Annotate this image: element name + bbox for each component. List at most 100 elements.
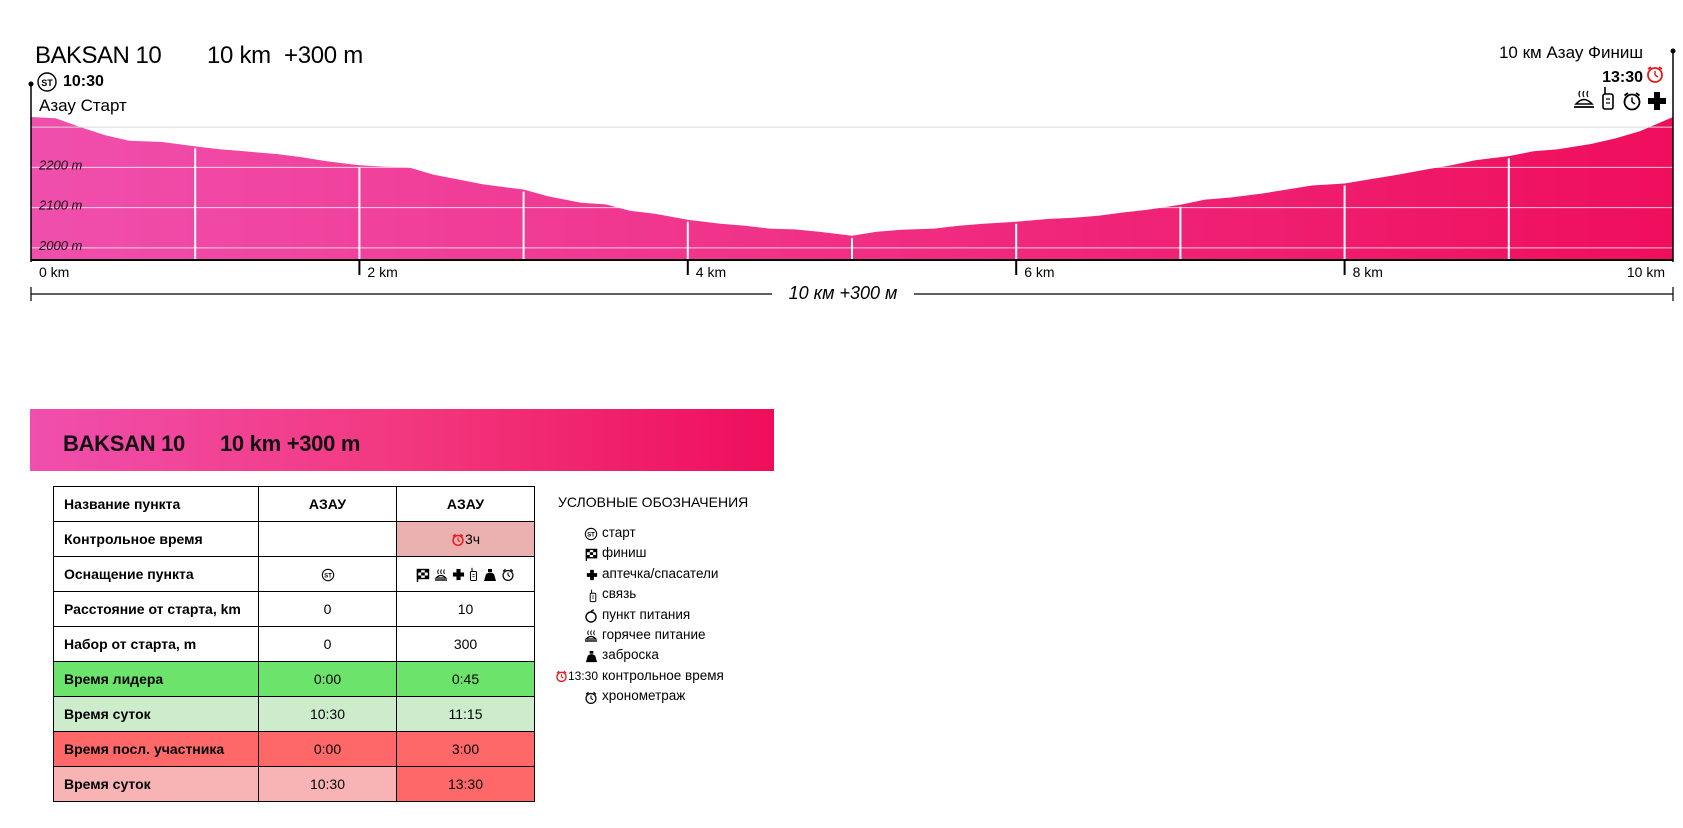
legend-item: горячее питание: [558, 626, 748, 646]
table-cell: 11:15: [396, 696, 535, 732]
legend-item: пункт питания: [558, 606, 748, 626]
finish-flag-icon: [416, 568, 429, 582]
start-marker-dot: [28, 81, 34, 87]
table-cell: 0: [258, 591, 397, 627]
race-distance: 10 km: [207, 42, 271, 69]
table-row: Набор от старта, m 0 300: [53, 626, 535, 662]
legend-item: 13:30 контрольное время: [556, 667, 748, 687]
table-header-row: Название пункта АЗАУ АЗАУ: [53, 486, 535, 522]
legend-item: заброска: [558, 646, 748, 666]
hot-food-icon: [584, 630, 598, 643]
x-tick-label: 8 km: [1353, 264, 1383, 280]
table-cell: 300: [396, 626, 535, 662]
legend-label: пункт питания: [602, 606, 691, 622]
table-cell: Расстояние от старта, km: [53, 591, 259, 627]
x-tick-label: 0 km: [39, 264, 69, 280]
y-tick-labels: 2000 m 2100 m 2200 m: [38, 157, 83, 253]
x-ticks: 0 km 2 km 4 km 6 km 8 km 10 km: [39, 260, 1665, 280]
dropbag-icon: [484, 568, 497, 581]
legend-label: старт: [602, 525, 636, 540]
food-icon: [585, 609, 597, 623]
table-cell: 10:30: [258, 766, 397, 802]
legend-item: хронометраж: [558, 687, 748, 707]
legend-label: заброска: [602, 647, 659, 663]
start-icon: ST: [321, 568, 334, 582]
first-aid-icon: [1648, 92, 1666, 110]
table-cell: Время суток: [53, 766, 259, 802]
hot-food-icon: [1574, 90, 1594, 108]
radio-icon: [470, 568, 478, 582]
x-tick-label: 6 km: [1024, 264, 1054, 280]
legend-label: финиш: [602, 545, 647, 561]
table-row: Время суток 10:30 11:15: [53, 696, 535, 732]
timing-icon: [585, 691, 597, 704]
table-cell: Оснащение пункта: [53, 556, 259, 592]
cutoff-value: 3ч: [464, 530, 481, 547]
legend: УСЛОВНЫЕ ОБОЗНАЧЕНИЯ ST старт финиш апте…: [556, 494, 749, 708]
race-name: BAKSAN 10: [35, 42, 161, 69]
legend-item: связь: [558, 585, 748, 605]
cutoff-clock-icon: [556, 670, 567, 683]
start-time: 10:30: [63, 73, 104, 90]
table-row: Время суток 10:30 13:30: [53, 766, 535, 802]
table-cell: 0:00: [258, 661, 397, 697]
legend-label: горячее питание: [602, 626, 706, 642]
banner-distance-gain: 10 km +300 m: [220, 431, 361, 456]
table-row: Время посл. участника 0:00 3:00: [53, 731, 535, 767]
radio-icon: [1602, 87, 1614, 110]
table-cell: 13:30: [396, 766, 535, 802]
legend-cutoff-example: 13:30: [567, 668, 598, 683]
table-cell: 0:00: [258, 731, 397, 767]
y-tick-label: 2100 m: [38, 198, 83, 213]
table-cell: 0:45: [396, 661, 535, 697]
cutoff-clock-icon: [452, 533, 464, 547]
finish-flag-icon: [585, 549, 598, 562]
table-cell: 10:30: [258, 696, 397, 732]
equipment-cell: ST: [258, 556, 397, 592]
x-tick-label: 4 km: [696, 264, 726, 280]
table-row: Оснащение пункта ST: [53, 556, 535, 592]
table-row: Контрольное время 3ч: [53, 521, 535, 557]
table-cell: АЗАУ: [258, 486, 397, 522]
first-aid-icon: [452, 569, 464, 581]
timing-icon: [502, 568, 514, 581]
table-cell: Время лидера: [53, 661, 259, 697]
legend-item: финиш: [558, 544, 748, 564]
legend-label: контрольное время: [602, 667, 724, 683]
legend-title: УСЛОВНЫЕ ОБОЗНАЧЕНИЯ: [558, 494, 749, 510]
legend-label: связь: [602, 586, 637, 602]
start-icon: ST: [584, 528, 598, 541]
race-banner: BAKSAN 10 10 km +300 m: [30, 409, 774, 471]
first-aid-icon: [586, 570, 598, 581]
equipment-cell: [396, 556, 535, 592]
start-point-name: Азау Старт: [39, 96, 127, 115]
radio-icon: [589, 589, 597, 602]
x-tick-label: 10 km: [1627, 264, 1665, 280]
legend-item: аптечка/спасатели: [558, 565, 748, 585]
table-cell: 3:00: [396, 731, 535, 767]
timing-icon: [1623, 92, 1641, 111]
table-cell: 0: [258, 626, 397, 662]
legend-label: хронометраж: [602, 688, 686, 704]
checkpoint-table: Название пункта АЗАУ АЗАУ Контрольное вр…: [53, 486, 535, 802]
legend-item: ST старт: [558, 524, 748, 544]
finish-time: 13:30: [1602, 69, 1643, 86]
finish-point-label: 10 км Азау Финиш: [1499, 43, 1643, 62]
table-row: Расстояние от старта, km 0 10: [53, 591, 535, 627]
table-cell: Время суток: [53, 696, 259, 732]
race-gain: +300 m: [284, 42, 363, 69]
svg-text:ST: ST: [587, 532, 595, 539]
y-tick-label: 2200 m: [38, 157, 83, 172]
finish-marker-dot: [1670, 48, 1676, 54]
elevation-profile-chart: 2000 m 2100 m 2200 m 0 km 2 km 4 km 6 km 8 km 1…: [28, 42, 1676, 303]
table-cell: Контрольное время: [53, 521, 259, 557]
table-cell: Название пункта: [53, 486, 259, 522]
x-tick-label: 2 km: [367, 264, 397, 280]
table-cell: Время посл. участника: [53, 731, 259, 767]
svg-text:ST: ST: [41, 78, 53, 88]
hot-food-icon: [434, 569, 448, 581]
legend-label: аптечка/спасатели: [602, 565, 719, 581]
svg-text:ST: ST: [324, 573, 332, 580]
table-cell: [258, 521, 397, 557]
cutoff-cell: 3ч: [396, 521, 535, 557]
